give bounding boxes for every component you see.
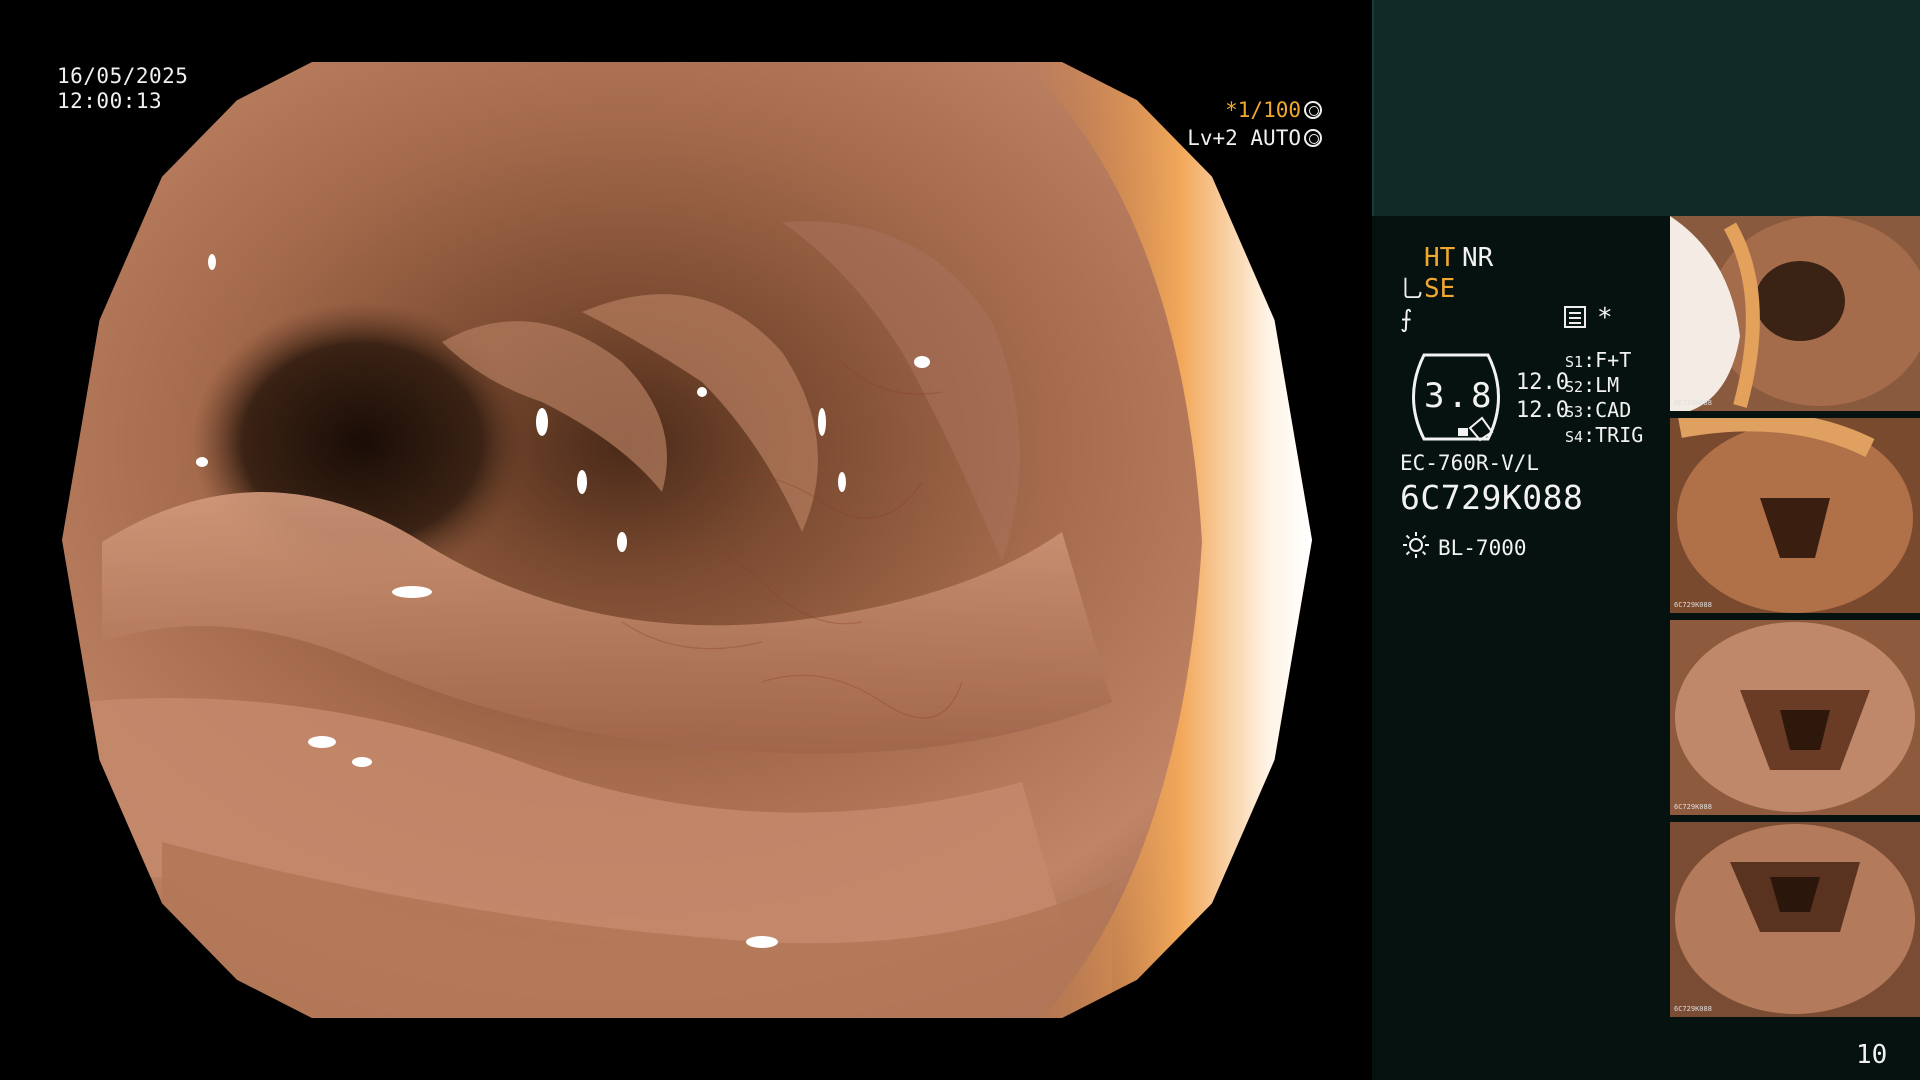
shutter-speed: *1/100 — [1225, 98, 1322, 122]
param-value-2: 12.0 — [1516, 398, 1569, 423]
colon-lumen-image — [62, 62, 1312, 1018]
scope-serial: 6C729K088 — [1400, 478, 1584, 517]
scope-model: EC-760R-V/L — [1400, 451, 1540, 475]
color-mode-icon: ⨍ — [1400, 305, 1413, 333]
switch-sep: : — [1583, 348, 1596, 372]
switch-sep: : — [1583, 423, 1596, 447]
switch-value: TRIG — [1595, 423, 1644, 447]
switch-sep: : — [1583, 398, 1596, 422]
exam-time: 12:00:13 — [57, 89, 163, 113]
thumbnail-3[interactable]: 6C729K088 — [1670, 620, 1920, 815]
se-indicator: SE — [1424, 274, 1456, 304]
thumbnail-2[interactable]: 6C729K088 — [1670, 418, 1920, 613]
zoom-value: 3.8 — [1424, 376, 1495, 416]
thumbnail-caption: 6C729K088 — [1674, 601, 1712, 609]
thumbnail-image — [1670, 620, 1920, 815]
frame-count: 10 — [1856, 1040, 1888, 1070]
light-source-icon — [1403, 532, 1429, 558]
switch-sep: : — [1583, 373, 1596, 397]
exam-date: 16/05/2025 — [57, 64, 189, 88]
iris-mode: Lv+2 AUTO — [1187, 126, 1322, 150]
iris-value: Lv+2 AUTO — [1187, 126, 1301, 150]
light-source-model: BL-7000 — [1438, 536, 1527, 560]
thumbnail-caption: 6C729K088 — [1674, 1005, 1712, 1013]
param-value-1: 12.0 — [1516, 370, 1569, 395]
switch-s3: S3:CAD — [1565, 398, 1631, 424]
thumbnail-caption: 6C729K088 — [1674, 399, 1712, 407]
nr-indicator: NR — [1462, 243, 1494, 273]
switch-s4: S4:TRIG — [1565, 423, 1643, 449]
thumbnail-image — [1670, 822, 1920, 1017]
menu-list-icon — [1564, 306, 1586, 328]
endoscopic-image — [62, 62, 1312, 1018]
switch-key: S4 — [1565, 428, 1584, 446]
structure-enhance-icon: ⺃ — [1400, 275, 1424, 303]
thumbnail-strip: 6C729K088 6C729K088 6C729K088 6C729K088 — [1670, 216, 1920, 1017]
thumbnail-image — [1670, 418, 1920, 613]
info-panel: HT NR ⺃ SE ⨍ * 3.8 12.0 12.0 S1:F+T S2:L… — [1372, 0, 1920, 1080]
star-icon: * — [1597, 303, 1613, 333]
iris-icon — [1304, 129, 1322, 147]
switch-value: F+T — [1595, 348, 1632, 372]
switch-value: CAD — [1595, 398, 1632, 422]
switch-s2: S2:LM — [1565, 373, 1619, 399]
thumbnail-image — [1670, 216, 1920, 411]
switch-key: S1 — [1565, 353, 1584, 371]
thumbnail-1[interactable]: 6C729K088 — [1670, 216, 1920, 411]
main-endoscope-view: 16/05/2025 12:00:13 *1/100 Lv+2 AUTO — [0, 0, 1372, 1080]
shutter-icon — [1304, 101, 1322, 119]
switch-s1: S1:F+T — [1565, 348, 1631, 374]
shutter-value: *1/100 — [1225, 98, 1301, 122]
ht-indicator: HT — [1424, 243, 1456, 273]
switch-key: S3 — [1565, 403, 1584, 421]
thumbnail-4[interactable]: 6C729K088 — [1670, 822, 1920, 1017]
panel-header-area — [1372, 0, 1920, 216]
thumbnail-caption: 6C729K088 — [1674, 803, 1712, 811]
switch-key: S2 — [1565, 378, 1584, 396]
switch-value: LM — [1595, 373, 1620, 397]
